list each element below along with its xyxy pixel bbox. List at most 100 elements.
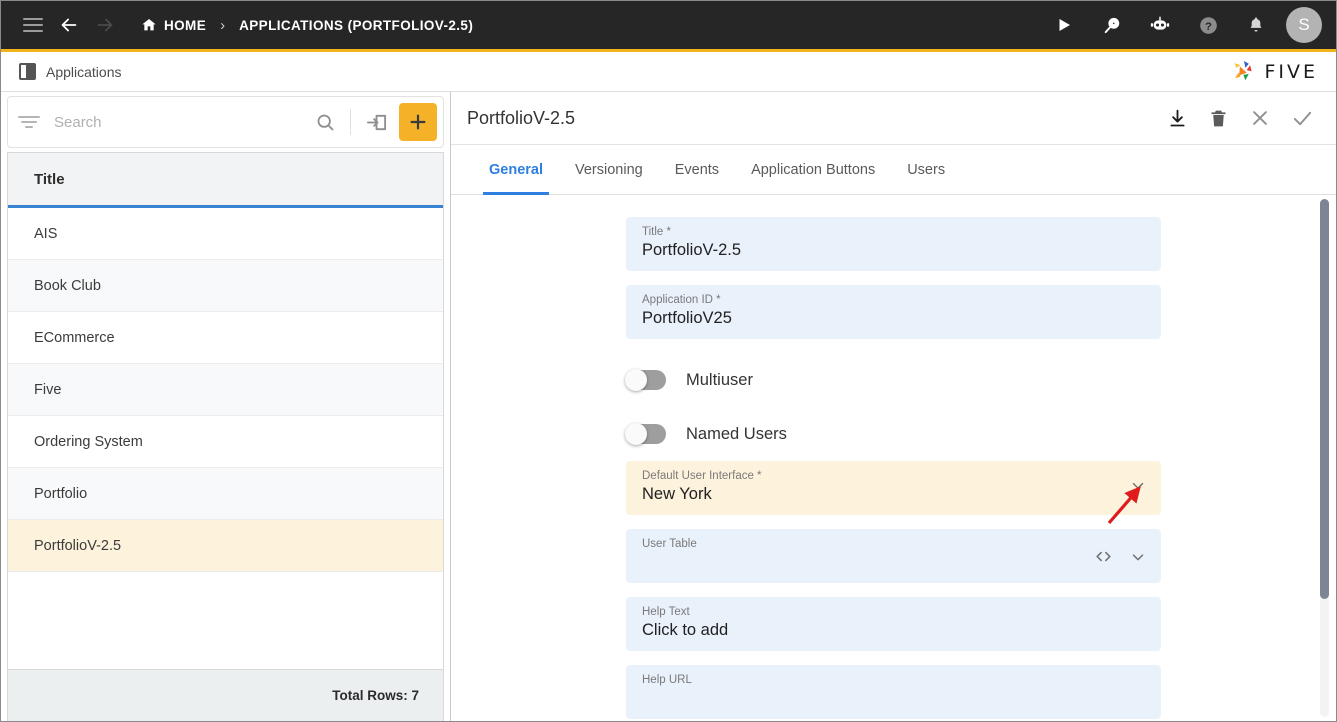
toggle-row-multiuser: Multiuser <box>625 353 1161 407</box>
field-icons-default-user-interface <box>1129 477 1147 500</box>
tab-events[interactable]: Events <box>659 145 735 194</box>
close-icon[interactable] <box>1249 107 1271 129</box>
applications-grid: Title AIS Book Club ECommerce Five Ordering … <box>7 152 444 669</box>
form-scrollbar-thumb[interactable] <box>1320 199 1329 599</box>
breadcrumb-home[interactable]: HOME <box>141 17 206 33</box>
tab-application-buttons[interactable]: Application Buttons <box>735 145 891 194</box>
sub-header: Applications FIVE <box>1 52 1336 92</box>
field-help-text[interactable]: Help Text Click to add <box>626 597 1161 651</box>
five-logo: FIVE <box>1230 59 1318 85</box>
bell-icon[interactable] <box>1238 7 1274 43</box>
search-play-icon[interactable] <box>1094 7 1130 43</box>
toggle-label-multiuser: Multiuser <box>686 370 753 389</box>
field-help-url[interactable]: Help URL <box>626 665 1161 719</box>
field-label-help-text: Help Text <box>642 606 690 618</box>
field-icons-user-table <box>1094 547 1147 571</box>
field-label-title: Title * <box>642 226 671 238</box>
field-value-title: PortfolioV-2.5 <box>642 241 742 259</box>
code-icon[interactable] <box>1094 547 1113 571</box>
top-bar-actions: ? S <box>1046 7 1322 43</box>
play-icon[interactable] <box>1046 7 1082 43</box>
toggle-row-named-users: Named Users <box>625 407 1161 461</box>
help-icon[interactable]: ? <box>1190 7 1226 43</box>
field-label-default-user-interface: Default User Interface * <box>642 470 762 482</box>
search-icon[interactable] <box>308 105 342 139</box>
robot-icon[interactable] <box>1142 7 1178 43</box>
tab-general[interactable]: General <box>473 145 559 195</box>
grid-body: AIS Book Club ECommerce Five Ordering System… <box>8 208 443 669</box>
import-icon[interactable] <box>359 105 393 139</box>
table-row-title: ECommerce <box>34 329 115 346</box>
applications-list-pane: Title AIS Book Club ECommerce Five Ordering … <box>1 92 451 721</box>
filter-icon[interactable] <box>18 116 40 128</box>
toggle-knob <box>625 369 647 391</box>
grid-header-row: Title <box>8 153 443 208</box>
field-default-user-interface[interactable]: Default User Interface * New York <box>626 461 1161 515</box>
field-value-application-id: PortfolioV25 <box>642 309 732 327</box>
toggle-multiuser[interactable] <box>625 369 666 391</box>
field-label-help-url: Help URL <box>642 674 692 686</box>
avatar[interactable]: S <box>1286 7 1322 43</box>
add-application-button[interactable] <box>399 103 437 141</box>
table-row[interactable]: Five <box>8 364 443 416</box>
chevron-down-icon[interactable] <box>1129 477 1147 500</box>
panel-layout-icon <box>19 63 36 80</box>
breadcrumb: HOME › APPLICATIONS (PORTFOLIOV-2.5) <box>141 17 473 34</box>
breadcrumb-home-label: HOME <box>164 17 207 33</box>
hamburger-menu-icon[interactable] <box>15 7 51 43</box>
table-row[interactable]: Book Club <box>8 260 443 312</box>
application-detail-pane: PortfolioV-2.5 General Versioning Events… <box>451 92 1336 721</box>
back-arrow-icon[interactable] <box>51 7 87 43</box>
table-row[interactable]: AIS <box>8 208 443 260</box>
table-row[interactable]: Portfolio <box>8 468 443 520</box>
top-navigation-bar: HOME › APPLICATIONS (PORTFOLIOV-2.5) ? S <box>1 1 1336 52</box>
table-row-title: Five <box>34 381 62 398</box>
detail-header: PortfolioV-2.5 <box>451 92 1336 145</box>
tab-applications[interactable]: Applications <box>19 63 122 80</box>
field-title[interactable]: Title * PortfolioV-2.5 <box>626 217 1161 271</box>
five-brand-text: FIVE <box>1264 60 1318 83</box>
form-scrollbar[interactable] <box>1320 199 1329 717</box>
grid-footer: Total Rows: 7 <box>7 669 444 721</box>
toggle-named-users[interactable] <box>625 423 666 445</box>
toggle-knob <box>625 423 647 445</box>
breadcrumb-current-label: APPLICATIONS (PORTFOLIOV-2.5) <box>239 17 474 33</box>
field-value-default-user-interface: New York <box>642 485 712 503</box>
delete-icon[interactable] <box>1208 108 1229 129</box>
field-user-table[interactable]: User Table <box>626 529 1161 583</box>
svg-text:?: ? <box>1205 20 1212 32</box>
table-row[interactable]: PortfolioV-2.5 <box>8 520 443 572</box>
forward-arrow-icon[interactable] <box>87 7 123 43</box>
confirm-icon[interactable] <box>1291 107 1314 130</box>
detail-tabs: General Versioning Events Application Butto… <box>451 145 1336 195</box>
tab-users[interactable]: Users <box>891 145 961 194</box>
toggle-label-named-users: Named Users <box>686 424 787 443</box>
chevron-down-icon[interactable] <box>1129 548 1147 571</box>
table-row[interactable]: Ordering System <box>8 416 443 468</box>
field-value-user-table <box>642 553 1145 572</box>
detail-actions <box>1167 107 1314 130</box>
table-row-title: Book Club <box>34 277 101 294</box>
field-application-id[interactable]: Application ID * PortfolioV25 <box>626 285 1161 339</box>
field-label-user-table: User Table <box>642 538 697 550</box>
search-toolbar <box>7 96 444 148</box>
grid-column-title[interactable]: Title <box>34 171 65 188</box>
five-pinwheel-icon <box>1234 60 1252 80</box>
field-value-help-url <box>642 689 1145 708</box>
tab-applications-label: Applications <box>46 63 122 80</box>
tab-versioning[interactable]: Versioning <box>559 145 659 194</box>
breadcrumb-separator: › <box>220 16 226 34</box>
form-fields: Title * PortfolioV-2.5 Application ID * Por… <box>451 195 1336 719</box>
total-rows-label: Total Rows: 7 <box>332 688 419 703</box>
table-row[interactable]: ECommerce <box>8 312 443 364</box>
page-title: PortfolioV-2.5 <box>467 107 576 128</box>
table-row-title: Portfolio <box>34 485 88 502</box>
search-input[interactable] <box>40 113 308 131</box>
main-body: Title AIS Book Club ECommerce Five Ordering … <box>1 92 1336 721</box>
table-row-title: Ordering System <box>34 433 143 450</box>
form-area: Title * PortfolioV-2.5 Application ID * Por… <box>451 195 1336 721</box>
field-value-help-text: Click to add <box>642 621 729 639</box>
field-label-application-id: Application ID * <box>642 294 721 306</box>
table-row-title: PortfolioV-2.5 <box>34 537 122 554</box>
download-icon[interactable] <box>1167 108 1188 129</box>
